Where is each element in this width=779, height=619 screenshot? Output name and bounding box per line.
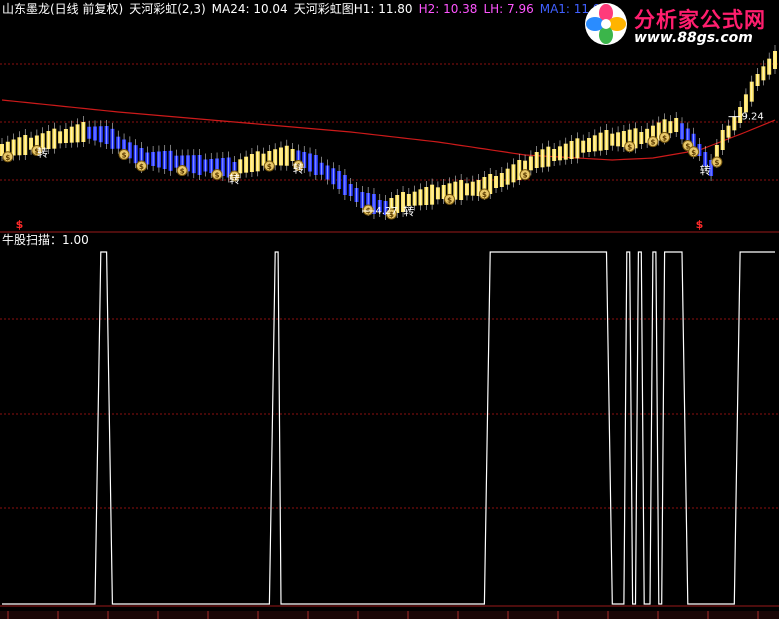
rainbow-band [0, 45, 777, 220]
money-bag-symbol: $ [482, 191, 487, 199]
money-bag-symbol: $ [5, 154, 10, 162]
price-annotation: 9.24 [742, 112, 764, 123]
money-bag-symbol: $ [714, 159, 719, 167]
bull-scan-indicator [2, 251, 775, 605]
logo-url: www.88gs.com [634, 30, 753, 46]
h2-label: H2: 10.38 [418, 2, 478, 16]
turn-label: 转 [229, 172, 240, 186]
money-bag-symbol: $ [267, 163, 272, 171]
money-bag-symbol: $ [180, 168, 185, 176]
money-bag-symbol: $ [523, 172, 528, 180]
indicator-label: 天河彩虹(2,3) [129, 2, 206, 16]
dollar-sign: $ [696, 218, 704, 231]
stock-label: 山东墨龙(日线 前复权) [2, 2, 124, 16]
turn-label: 转 [403, 204, 414, 218]
flower-logo-icon [585, 3, 627, 45]
money-bag-symbol: $ [662, 134, 667, 142]
money-bag-symbol: $ [447, 196, 452, 204]
money-bag-symbol: $ [627, 144, 632, 152]
signal-line [2, 251, 775, 605]
dollar-sign: $ [16, 218, 24, 231]
turn-label: 转 [293, 162, 304, 176]
ma24-label: MA24: 10.04 [211, 2, 288, 16]
turn-label: 转 [37, 145, 48, 159]
money-bag-symbol: $ [139, 163, 144, 171]
money-bag-symbol: $ [691, 149, 696, 157]
sub-chart-title: 牛股扫描：1.00 [2, 233, 89, 247]
turn-label: 转 [700, 163, 711, 177]
date-axis-strip [0, 611, 779, 619]
signal-markers: $$ $$$ $ $$ $$ $$$$$$$$$$转转转转转$ $4.279.24 [2, 112, 764, 231]
money-bag-symbol: $ [651, 139, 656, 147]
money-bag-symbol: $ [215, 172, 220, 180]
stock-chart: $$ $$$ $ $$ $$ $$$$$$$$$$转转转转转$ $4.279.24 [0, 45, 779, 619]
price-annotation: 4.27 [375, 206, 397, 217]
site-logo: 分析家公式网 www.88gs.com [584, 2, 776, 50]
lh-label: LH: 7.96 [483, 2, 534, 16]
axis-strip-bg [0, 611, 779, 619]
money-bag-symbol: $ [122, 152, 127, 160]
h1-label: 天河彩虹图H1: 11.80 [293, 2, 413, 16]
chart-header: 山东墨龙(日线 前复权) 天河彩虹(2,3) MA24: 10.04 天河彩虹图H1:… [2, 2, 614, 16]
